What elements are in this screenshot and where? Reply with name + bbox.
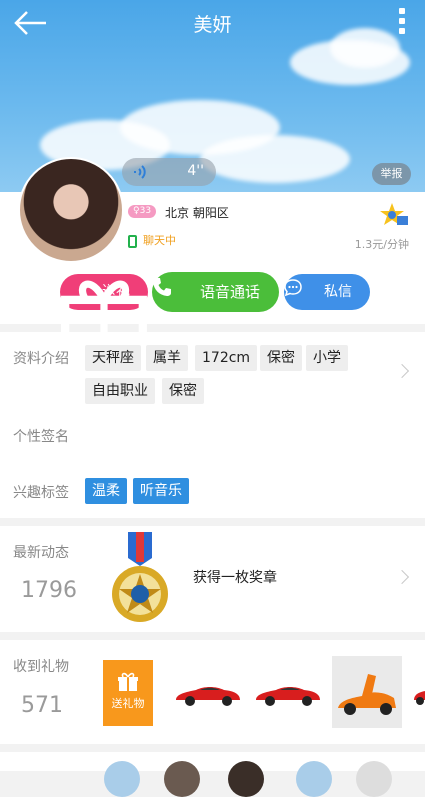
send-gift-tile[interactable]: 送礼物 bbox=[103, 660, 153, 726]
chat-bubble-icon bbox=[284, 279, 302, 297]
cloud bbox=[200, 135, 350, 183]
chat-status: 聊天中 bbox=[128, 232, 176, 248]
private-message-button[interactable]: 私信 bbox=[284, 274, 370, 310]
sound-wave-icon bbox=[134, 165, 146, 179]
location-text: 北京 朝阳区 bbox=[165, 206, 229, 220]
send-gift-button[interactable]: 送礼 bbox=[60, 274, 148, 356]
gift-icon bbox=[118, 672, 138, 691]
report-button[interactable]: 举报 bbox=[372, 163, 411, 185]
phone-icon bbox=[153, 278, 171, 296]
voice-duration: 4'' bbox=[187, 163, 204, 179]
interest-tag: 听音乐 bbox=[133, 478, 189, 504]
call-price: 1.3元/分钟 bbox=[354, 238, 409, 251]
intro-tag: 保密 bbox=[162, 378, 204, 404]
moments-label: 最新动态 bbox=[13, 545, 69, 561]
top-bar: 美妍 bbox=[0, 0, 425, 46]
intro-tag: 保密 bbox=[260, 345, 302, 371]
medal-icon bbox=[112, 532, 168, 622]
visitor-avatar[interactable] bbox=[104, 761, 140, 797]
intro-tag: 172cm bbox=[195, 345, 258, 371]
page-title: 美妍 bbox=[193, 14, 232, 36]
intro-tag: 属羊 bbox=[146, 345, 188, 371]
intro-tag: 天秤座 bbox=[85, 345, 141, 371]
send-gift-tile-label: 送礼物 bbox=[111, 697, 145, 710]
voice-call-button[interactable]: 语音通话 bbox=[152, 272, 279, 312]
interests-label: 兴趣标签 bbox=[13, 485, 69, 501]
red-car-gift-icon bbox=[256, 687, 320, 706]
red-car-gift-icon bbox=[176, 687, 240, 706]
age-badge: ♀33 bbox=[128, 205, 157, 218]
gifts-count: 571 bbox=[21, 693, 63, 718]
private-message-label: 私信 bbox=[324, 284, 352, 300]
interest-tag: 温柔 bbox=[85, 478, 127, 504]
visitor-avatar[interactable] bbox=[228, 761, 264, 797]
visitor-avatar[interactable] bbox=[356, 761, 392, 797]
intro-tag: 小学 bbox=[306, 345, 348, 371]
female-icon: ♀ bbox=[133, 206, 140, 216]
more-vertical-icon[interactable] bbox=[399, 8, 407, 38]
moment-text: 获得一枚奖章 bbox=[193, 570, 277, 586]
phone-icon bbox=[128, 234, 137, 248]
gifts-label: 收到礼物 bbox=[13, 659, 69, 675]
avatar[interactable] bbox=[18, 157, 124, 263]
moments-count: 1796 bbox=[21, 578, 77, 603]
intro-label: 资料介绍 bbox=[13, 351, 69, 367]
signature-label: 个性签名 bbox=[13, 429, 69, 445]
orange-supercar-gift-icon bbox=[332, 656, 402, 728]
send-gift-label: 送礼 bbox=[102, 284, 130, 300]
level-badge-icon bbox=[380, 203, 408, 225]
voice-call-label: 语音通话 bbox=[200, 283, 261, 301]
voice-intro-button[interactable]: 4'' bbox=[122, 158, 216, 186]
visitor-avatar[interactable] bbox=[164, 761, 200, 797]
car-gift-icon bbox=[414, 691, 425, 705]
intro-tag: 自由职业 bbox=[85, 378, 155, 404]
visitor-avatar[interactable] bbox=[296, 761, 332, 797]
